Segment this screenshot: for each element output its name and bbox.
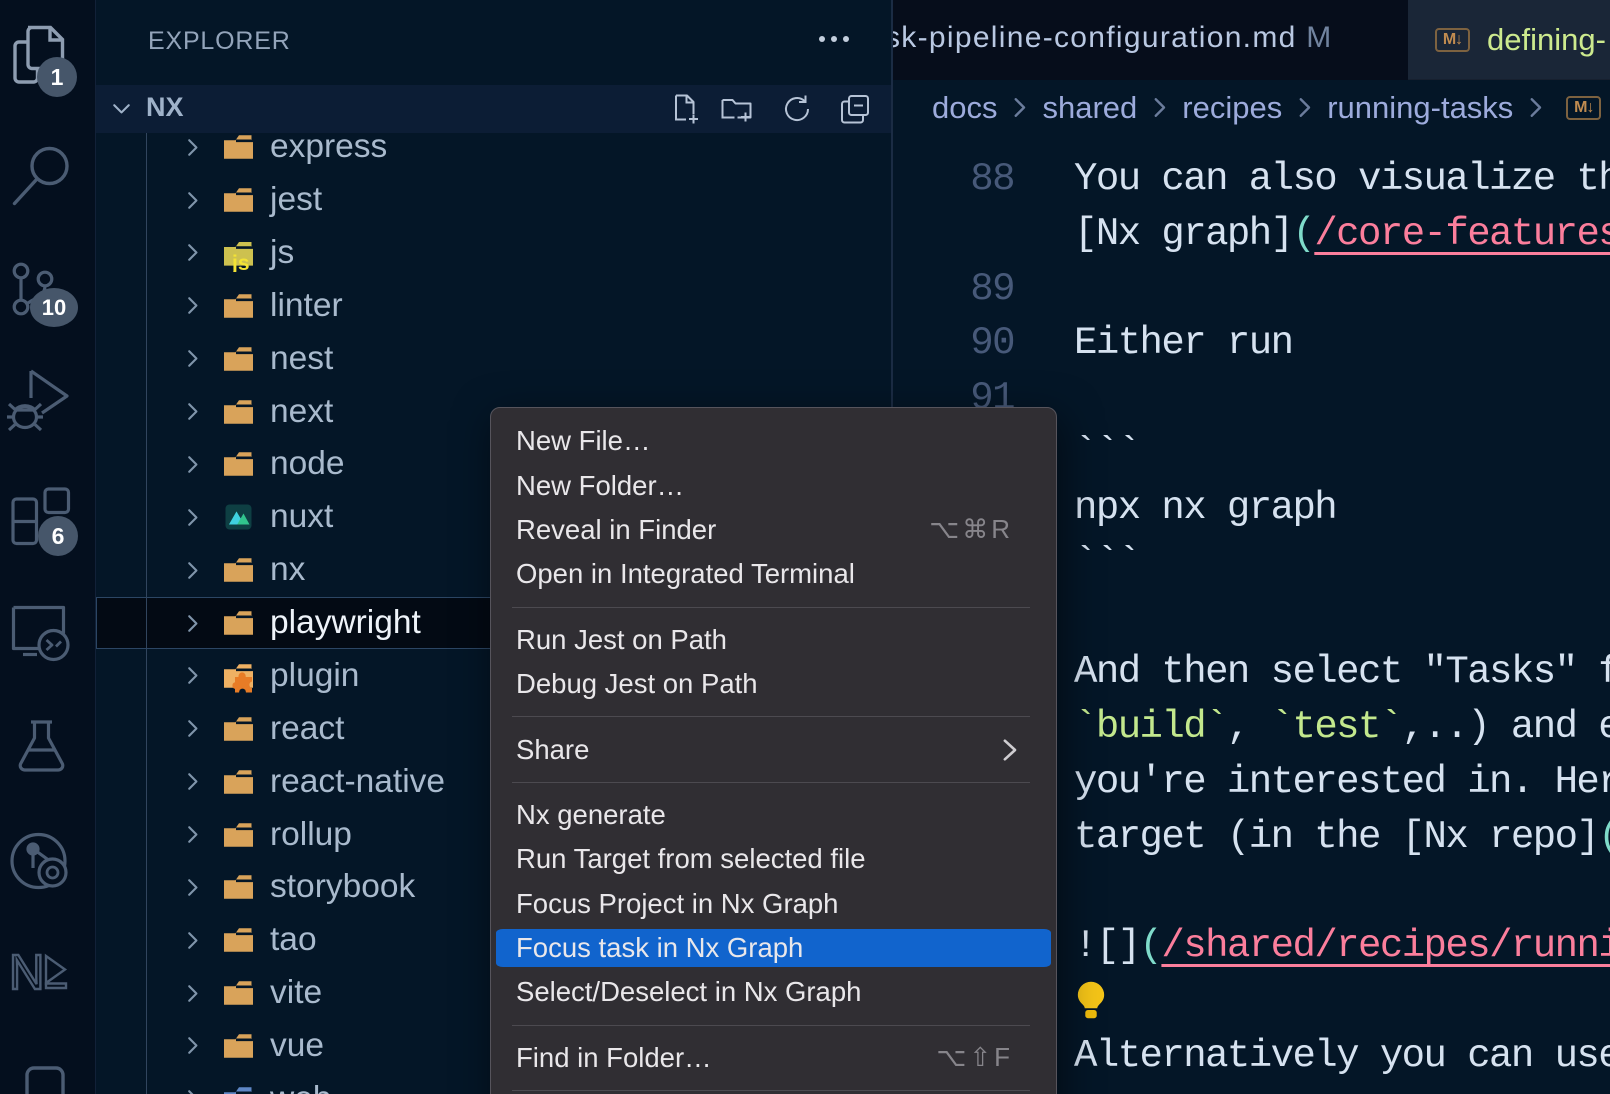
svg-text:js: js (231, 252, 250, 272)
svg-text:N: N (9, 946, 44, 1000)
